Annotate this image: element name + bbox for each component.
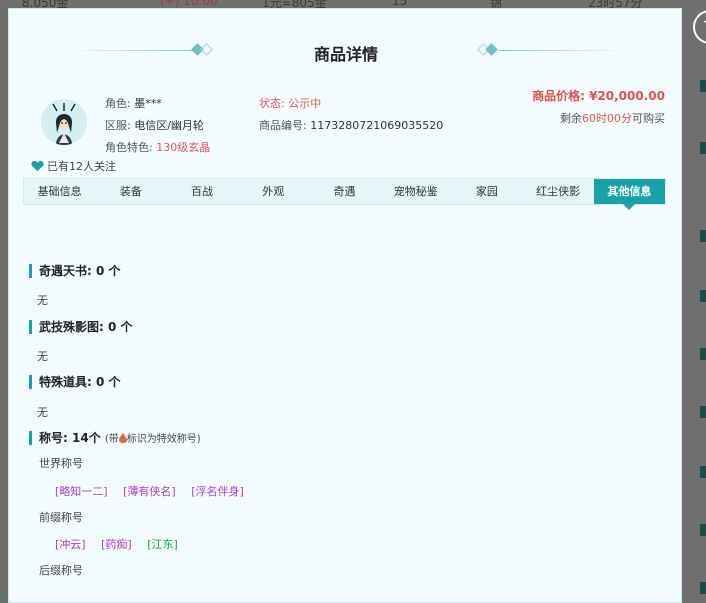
bg-fragment: 23时57分	[588, 0, 643, 8]
status-value: 公示中	[288, 97, 322, 110]
suffix-titles-label: 后缀称号	[39, 564, 83, 577]
tab-home[interactable]: 家园	[451, 179, 522, 204]
detail-tabs: 基础信息 装备 百战 外观 奇遇 宠物秘鉴 家园 红尘侠影 其他信息	[23, 178, 666, 210]
tab-appearance[interactable]: 外观	[238, 179, 309, 204]
modal-title: 商品详情	[313, 45, 378, 64]
item-no-row: 商品编号: 1173280721069035520	[259, 117, 443, 133]
status-row: 状态: 公示中	[259, 95, 321, 111]
feature-value: 130级玄晶	[156, 141, 211, 154]
status-label: 状态:	[259, 97, 285, 110]
tab-equipment[interactable]: 装备	[95, 179, 166, 204]
title-tag[interactable]: [江东]	[147, 538, 178, 551]
section-title: 称号:	[39, 431, 68, 445]
item-no-label: 商品编号:	[259, 119, 307, 132]
tab-baizhan[interactable]: 百战	[166, 179, 237, 204]
remain-prefix: 剩余	[560, 112, 582, 125]
server-value: 电信区/幽月轮	[134, 119, 204, 132]
price-row: 商品价格: ¥20,000.00	[532, 87, 665, 104]
remaining-time: 剩余60时00分可购买	[560, 110, 665, 126]
price-value: ¥20,000.00	[589, 89, 665, 103]
section-title: 特殊道具:	[39, 375, 92, 389]
section-wuji: 武技殊影图: 0 个	[29, 320, 133, 334]
section-count: 0 个	[108, 320, 133, 334]
section-qiyu-book: 奇遇天书: 0 个	[29, 264, 121, 278]
special-item-value: 无	[37, 406, 48, 419]
title-tag[interactable]: [药痴]	[101, 538, 132, 551]
world-titles-list: [略知一二] [薄有侠名] [浮名伴身]	[55, 483, 256, 499]
title-tag[interactable]: [薄有侠名]	[123, 485, 176, 498]
section-count: 0 个	[96, 375, 121, 389]
prefix-titles-list: [冲云] [药痴] [江东]	[55, 536, 190, 552]
bg-fragment: (+) 10.00	[160, 0, 218, 8]
section-count: 14个	[72, 431, 101, 445]
item-no-value: 1173280721069035520	[310, 119, 444, 132]
section-title: 奇遇天书:	[39, 264, 92, 278]
heart-icon	[31, 160, 44, 172]
section-titles: 称号: 14个 (带 标识为特效称号)	[29, 431, 201, 445]
follow-text: 已有12人关注	[47, 160, 116, 173]
bg-marker	[700, 466, 706, 478]
section-count: 0 个	[96, 264, 121, 278]
bg-marker	[700, 348, 706, 360]
flame-icon	[118, 433, 127, 443]
title-tag[interactable]: [略知一二]	[55, 485, 108, 498]
section-special-item: 特殊道具: 0 个	[29, 375, 121, 389]
titles-note: (带 标识为特效称号)	[104, 433, 201, 445]
follow-count[interactable]: 已有12人关注	[31, 158, 116, 174]
server-label: 区服:	[105, 119, 131, 132]
price-label: 商品价格:	[532, 89, 585, 103]
background-right-strip	[682, 0, 706, 603]
role-row: 角色: 墨***	[105, 95, 162, 111]
modal-header: 商品详情	[9, 39, 681, 64]
tab-other-info[interactable]: 其他信息	[593, 179, 665, 210]
bg-marker	[700, 142, 706, 154]
deco-line-right	[499, 50, 624, 51]
product-detail-modal: 商品详情 角色: 墨*** 区服: 电信区/幽月轮 角色特色: 130级玄晶 状…	[8, 8, 682, 603]
server-row: 区服: 电信区/幽月轮	[105, 117, 204, 133]
qiyu-book-value: 无	[37, 294, 48, 307]
bg-fragment: 15	[392, 0, 408, 8]
bg-marker	[700, 524, 706, 536]
tab-hongchen[interactable]: 红尘侠影	[523, 179, 594, 204]
role-label: 角色:	[105, 97, 131, 110]
remain-suffix: 可购买	[632, 112, 665, 125]
tab-pet[interactable]: 宠物秘鉴	[380, 179, 451, 204]
bg-marker	[700, 290, 706, 302]
title-tag[interactable]: [浮名伴身]	[191, 485, 244, 498]
note-prefix: (带	[104, 434, 119, 445]
note-suffix: 标识为特效称号)	[126, 434, 201, 445]
world-titles-label: 世界称号	[39, 457, 83, 470]
character-avatar-icon	[41, 99, 87, 145]
tab-qiyu[interactable]: 奇遇	[309, 179, 380, 204]
tab-basic-info[interactable]: 基础信息	[24, 179, 95, 204]
feature-row: 角色特色: 130级玄晶	[105, 139, 210, 155]
bg-fragment: 8.050金	[22, 0, 69, 8]
bg-marker	[700, 230, 706, 242]
background-topbar: 8.050金 (+) 10.00 1元=805金 15 锦 23时57分	[0, 0, 706, 8]
bg-marker	[700, 80, 706, 92]
feature-label: 角色特色:	[105, 141, 153, 154]
section-title: 武技殊影图:	[39, 320, 104, 334]
wuji-value: 无	[37, 350, 48, 363]
remain-time: 60时00分	[582, 112, 632, 125]
role-value: 墨***	[134, 97, 162, 110]
title-tag[interactable]: [冲云]	[55, 538, 86, 551]
bg-fragment: 1元=805金	[262, 0, 327, 8]
bg-fragment: 锦	[490, 0, 503, 8]
bg-marker	[700, 406, 706, 418]
prefix-titles-label: 前缀称号	[39, 511, 83, 524]
avatar	[41, 99, 87, 145]
bg-marker	[700, 582, 706, 594]
